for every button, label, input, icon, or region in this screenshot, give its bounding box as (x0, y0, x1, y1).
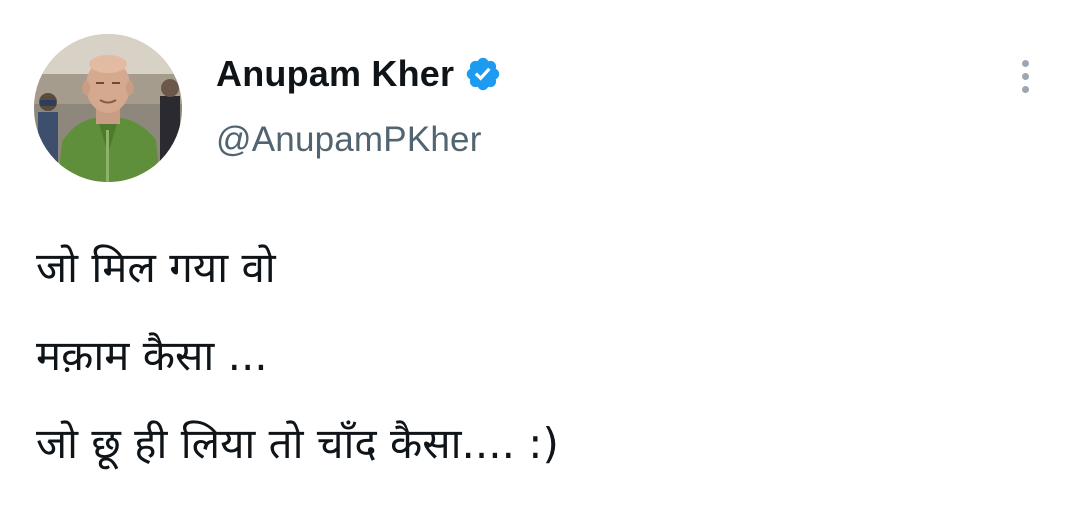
user-handle[interactable]: @AnupamPKher (216, 120, 502, 160)
more-dot (1021, 85, 1029, 93)
tweet-line: जो छू ही लिया तो चाँद कैसा.... :) (36, 419, 559, 468)
tweet-text: जो मिल गया वो मक़ाम कैसा ... जो छू ही लि… (36, 224, 559, 488)
tweet-card: Anupam Kher @AnupamPKher जो मिल गया वो म… (0, 0, 1072, 507)
tweet-line: मक़ाम कैसा ... (36, 331, 268, 380)
avatar-photo (34, 34, 182, 182)
more-vertical-icon (1021, 59, 1029, 67)
user-info: Anupam Kher @AnupamPKher (216, 50, 502, 160)
display-name[interactable]: Anupam Kher (216, 53, 454, 95)
avatar[interactable] (34, 34, 182, 182)
name-row: Anupam Kher (216, 50, 502, 98)
more-dot (1021, 72, 1029, 80)
tweet-line: जो मिल गया वो (36, 243, 276, 292)
verified-badge-icon (464, 55, 502, 93)
more-options-button[interactable] (1005, 56, 1045, 96)
